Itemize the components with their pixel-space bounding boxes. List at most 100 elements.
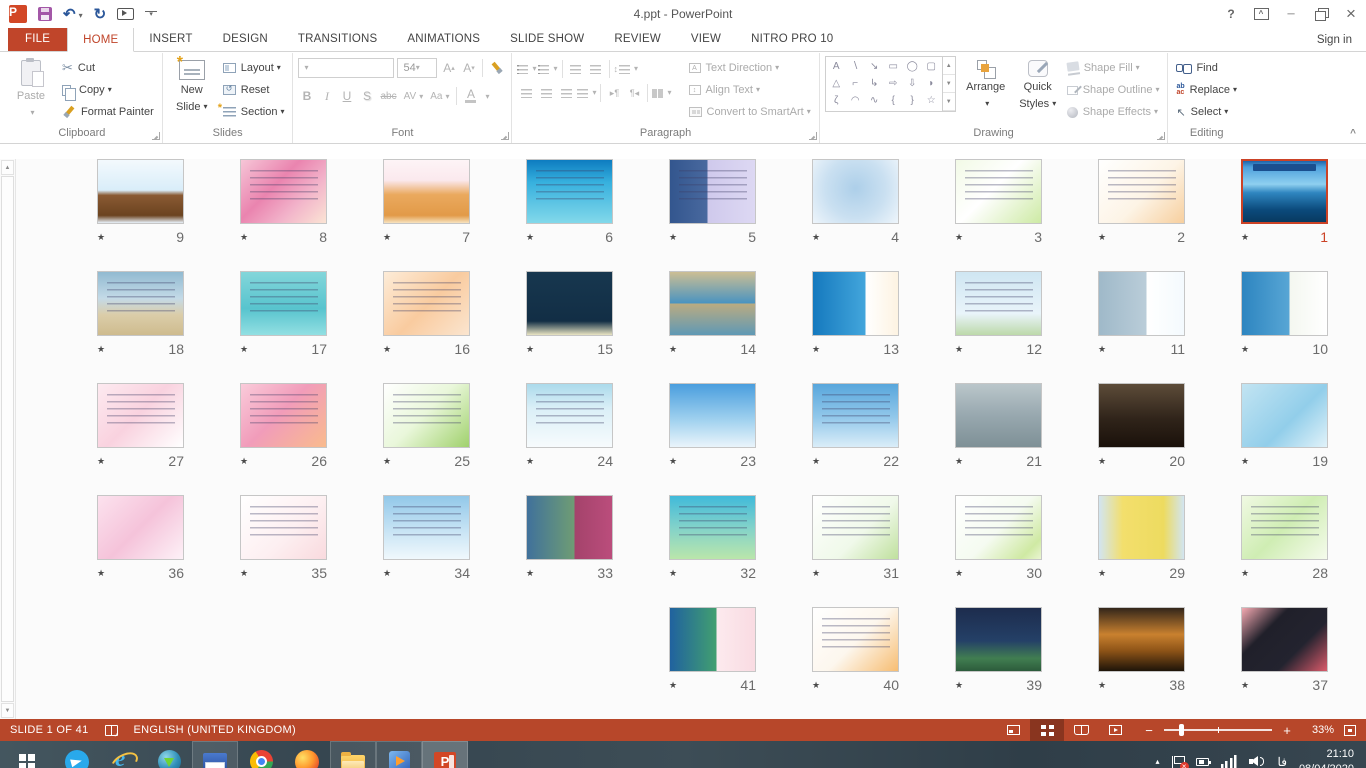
shape-option-icon-9[interactable]: ⇨: [889, 79, 897, 89]
animation-star-icon[interactable]: ★: [240, 456, 248, 467]
section-button[interactable]: Section: [220, 101, 288, 123]
slide-thumbnail-39[interactable]: [955, 607, 1042, 672]
slide-thumbnail-36[interactable]: [97, 495, 184, 560]
slide-thumbnail-31[interactable]: [812, 495, 899, 560]
clipboard-dialog-launcher-icon[interactable]: [152, 132, 160, 140]
font-size-combo[interactable]: 54: [397, 58, 437, 78]
slide-thumbnail-11[interactable]: [1098, 271, 1185, 336]
italic-button[interactable]: I: [318, 86, 335, 106]
power-icon[interactable]: [1196, 758, 1209, 766]
close-icon[interactable]: [1336, 1, 1366, 27]
shape-option-icon-4[interactable]: ◯: [907, 62, 918, 72]
slide-thumbnail-25[interactable]: [383, 383, 470, 448]
justify-button[interactable]: [577, 84, 596, 102]
tab-animations[interactable]: ANIMATIONS: [392, 27, 495, 51]
find-button[interactable]: Find: [1173, 57, 1240, 79]
spell-check-icon[interactable]: [105, 725, 118, 736]
zoom-percentage[interactable]: 33%: [1300, 724, 1334, 736]
taskbar-idm-button[interactable]: [146, 741, 192, 768]
tab-slide-show[interactable]: SLIDE SHOW: [495, 27, 599, 51]
help-icon[interactable]: [1216, 1, 1246, 27]
font-color-dropdown-icon[interactable]: [482, 87, 489, 105]
animation-star-icon[interactable]: ★: [812, 344, 820, 355]
drawing-dialog-launcher-icon[interactable]: [1157, 132, 1165, 140]
zoom-out-button[interactable]: −: [1142, 723, 1156, 738]
slide-thumbnail-33[interactable]: [526, 495, 613, 560]
slide-thumbnail-40[interactable]: [812, 607, 899, 672]
font-size-dropdown-icon[interactable]: [416, 62, 420, 74]
decrease-indent-button[interactable]: [567, 60, 585, 78]
animation-star-icon[interactable]: ★: [383, 456, 391, 467]
tab-review[interactable]: REVIEW: [599, 27, 676, 51]
tab-transitions[interactable]: TRANSITIONS: [283, 27, 393, 51]
animation-star-icon[interactable]: ★: [383, 344, 391, 355]
select-button[interactable]: Select: [1173, 101, 1240, 123]
slide-thumbnail-19[interactable]: [1241, 383, 1328, 448]
arrange-button[interactable]: Arrange: [960, 56, 1012, 122]
network-signal-icon[interactable]: [1221, 755, 1237, 768]
animation-star-icon[interactable]: ★: [1241, 680, 1249, 691]
copy-button[interactable]: Copy: [59, 79, 157, 101]
taskbar-media-player-button[interactable]: [376, 741, 422, 768]
reading-view-button[interactable]: [1064, 719, 1098, 741]
shape-option-icon-1[interactable]: ∖: [852, 62, 858, 72]
ltr-button[interactable]: ▸¶: [605, 84, 623, 102]
shape-outline-button[interactable]: Shape Outline: [1064, 79, 1163, 101]
taskbar-internet-explorer-button[interactable]: [100, 741, 146, 768]
shapes-more-icon[interactable]: ▼: [943, 93, 955, 111]
scroll-down-icon[interactable]: ▼: [1, 703, 14, 718]
columns-button[interactable]: [652, 84, 671, 102]
paragraph-dialog-launcher-icon[interactable]: [809, 132, 817, 140]
align-left-button[interactable]: [517, 84, 535, 102]
underline-button[interactable]: U: [338, 86, 355, 106]
shrink-font-button[interactable]: A▾: [460, 58, 477, 78]
animation-star-icon[interactable]: ★: [1241, 568, 1249, 579]
animation-star-icon[interactable]: ★: [955, 232, 963, 243]
shape-option-icon-8[interactable]: ↳: [870, 79, 878, 89]
animation-star-icon[interactable]: ★: [383, 232, 391, 243]
clock[interactable]: 21:10 08/04/2020: [1299, 747, 1354, 768]
volume-icon[interactable]: [1249, 755, 1266, 768]
font-dialog-launcher-icon[interactable]: [501, 132, 509, 140]
tab-home[interactable]: HOME: [67, 27, 134, 52]
rtl-button[interactable]: ¶◂: [625, 84, 643, 102]
shape-option-icon-5[interactable]: ▢: [926, 62, 935, 72]
slide-thumbnail-38[interactable]: [1098, 607, 1185, 672]
slide-thumbnail-13[interactable]: [812, 271, 899, 336]
change-case-button[interactable]: Aa: [428, 86, 451, 106]
shape-option-icon-2[interactable]: ↘: [870, 62, 878, 72]
keyboard-language-indicator[interactable]: فا: [1278, 755, 1287, 768]
animation-star-icon[interactable]: ★: [1098, 680, 1106, 691]
shape-option-icon-7[interactable]: ⌐: [852, 79, 858, 89]
slide-thumbnail-4[interactable]: [812, 159, 899, 224]
bold-button[interactable]: B: [298, 86, 315, 106]
animation-star-icon[interactable]: ★: [669, 344, 677, 355]
align-right-button[interactable]: [557, 84, 575, 102]
zoom-slider-thumb[interactable]: [1179, 724, 1184, 736]
font-color-button[interactable]: A: [462, 86, 479, 106]
shapes-scroll-up-icon[interactable]: ▲: [943, 57, 955, 75]
animation-star-icon[interactable]: ★: [240, 568, 248, 579]
slide-thumbnail-20[interactable]: [1098, 383, 1185, 448]
slide-thumbnail-32[interactable]: [669, 495, 756, 560]
slide-thumbnail-24[interactable]: [526, 383, 613, 448]
increase-indent-button[interactable]: [587, 60, 605, 78]
slide-thumbnail-1[interactable]: [1241, 159, 1328, 224]
animation-star-icon[interactable]: ★: [1241, 456, 1249, 467]
shape-option-icon-6[interactable]: △: [832, 79, 840, 89]
slide-thumbnail-26[interactable]: [240, 383, 327, 448]
slide-thumbnail-14[interactable]: [669, 271, 756, 336]
taskbar-telegram-button[interactable]: [54, 741, 100, 768]
align-text-button[interactable]: ↕ Align Text: [686, 79, 814, 101]
minimize-icon[interactable]: [1276, 1, 1306, 27]
slide-thumbnail-8[interactable]: [240, 159, 327, 224]
reset-button[interactable]: Reset: [220, 79, 288, 101]
tab-view[interactable]: VIEW: [676, 27, 736, 51]
quick-styles-button[interactable]: Quick Styles: [1016, 56, 1060, 122]
animation-star-icon[interactable]: ★: [812, 680, 820, 691]
align-center-button[interactable]: [537, 84, 555, 102]
sign-in-link[interactable]: Sign in: [1317, 34, 1366, 46]
slide-thumbnail-34[interactable]: [383, 495, 470, 560]
numbering-button[interactable]: [538, 60, 557, 78]
slide-thumbnail-28[interactable]: [1241, 495, 1328, 560]
